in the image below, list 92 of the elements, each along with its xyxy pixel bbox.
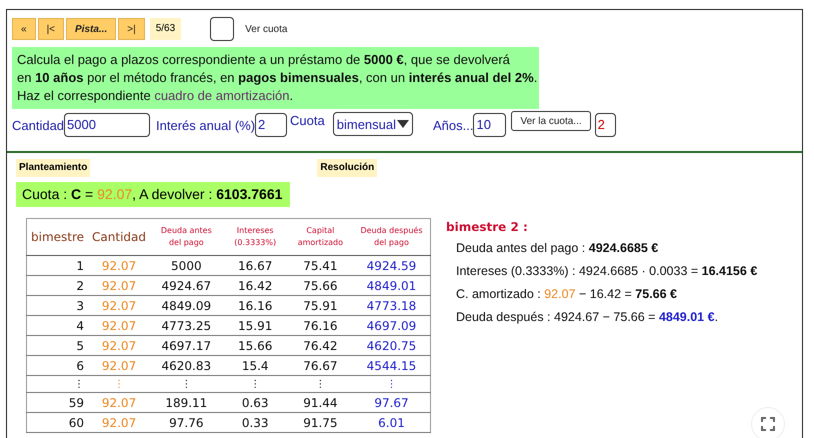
calculation-line: Intereses (0.3333%) : 4924.6685 · 0.0033 = 16.4156 € (456, 263, 758, 280)
dropdown-arrow-icon (397, 120, 410, 128)
table-cell: 92.07 (88, 336, 150, 356)
table-cell: 76.67 (288, 356, 353, 376)
table-cell: 75.41 (288, 256, 353, 276)
table-cell: 3 (26, 296, 88, 316)
table-cell: 15.4 (222, 356, 288, 376)
rate-field[interactable]: 2 (255, 113, 288, 137)
table-cell: 4544.15 (352, 356, 430, 376)
years-field[interactable]: 10 (473, 113, 506, 137)
calculation-line: Deuda después : 4924.67 − 75.66 = 4849.01 €. (456, 309, 720, 326)
table-cell: 59 (26, 392, 88, 412)
table-cell: 2 (26, 276, 88, 296)
detail-title: bimestre 2 : (446, 220, 529, 234)
amount-label: Cantidad (12, 118, 64, 132)
column-header: Deuda después del pago (352, 218, 430, 256)
table-cell: 92.07 (88, 392, 150, 412)
table-cell: 91.44 (288, 392, 353, 412)
table-cell: 0.63 (222, 392, 288, 412)
table-cell: 4697.09 (352, 316, 430, 336)
fullscreen-icon (761, 417, 775, 431)
table-cell: 4 (26, 316, 88, 336)
column-header: Cantidad (88, 218, 150, 256)
table-cell: 15.91 (222, 316, 288, 336)
table-cell: ⋮ (352, 376, 430, 392)
table-cell: 1 (26, 256, 88, 276)
quota-label: Cuota (290, 113, 325, 128)
table-cell: 92.07 (88, 276, 150, 296)
table-cell: 91.75 (288, 412, 353, 432)
period-dropdown[interactable]: bimensual (332, 112, 414, 136)
nav-button[interactable]: Pista... (66, 18, 116, 40)
table-cell: 16.42 (222, 276, 288, 296)
table-cell: ⋮ (288, 376, 353, 392)
table-cell: 60 (26, 412, 88, 432)
amount-field[interactable]: 5000 (64, 113, 150, 137)
nav-button[interactable]: >| (118, 18, 145, 40)
table-cell: ⋮ (150, 376, 223, 392)
table-cell: 6.01 (352, 412, 430, 432)
table-cell: 4773.18 (352, 296, 430, 316)
table-cell: 92.07 (88, 316, 150, 336)
table-cell: 16.16 (222, 296, 288, 316)
amortization-table-link[interactable]: cuadro de amortización (154, 88, 290, 103)
column-header: Intereses (0.3333%) (222, 218, 288, 256)
column-header: Deuda antes del pago (150, 218, 223, 256)
calculation-line: Deuda antes del pago : 4924.6685 € (456, 240, 660, 257)
table-cell: 92.07 (88, 256, 150, 276)
table-cell: 76.42 (288, 336, 353, 356)
statement-line: Calcula el pago a plazos correspondiente a un préstamo de 5000 €, que se devolverá (17, 51, 510, 69)
rate-label: Interés anual (%) (156, 118, 256, 132)
table-cell: 4924.67 (150, 276, 223, 296)
table-cell: ⋮ (88, 376, 150, 392)
table-cell: 4697.17 (150, 336, 223, 356)
table-cell: 76.16 (288, 316, 353, 336)
table-cell: 97.76 (150, 412, 223, 432)
statement-line: Haz el correspondiente cuadro de amortización. (17, 87, 294, 105)
years-label: Años... (433, 118, 474, 132)
statement-line: en 10 años por el método francés, en pagos bimensuales, con un interés anual del 2%. (17, 69, 538, 87)
section-label: Resolución (317, 159, 378, 177)
table-cell: 75.66 (288, 276, 353, 296)
checkbox-label: Ver cuota (245, 24, 288, 34)
table-cell: 4620.83 (150, 356, 223, 376)
table-cell: ⋮ (222, 376, 288, 392)
table-cell: 15.66 (222, 336, 288, 356)
table-cell: 92.07 (88, 296, 150, 316)
table-cell: 75.91 (288, 296, 353, 316)
table-cell: 4924.59 (352, 256, 430, 276)
section-label: Planteamiento (16, 159, 90, 177)
column-header: Capital amortizado (288, 218, 353, 256)
show-quota-button[interactable]: Ver la cuota... (511, 111, 591, 131)
table-cell: 0.33 (222, 412, 288, 432)
table-cell: 4849.09 (150, 296, 223, 316)
table-cell: 5000 (150, 256, 223, 276)
table-cell: 16.67 (222, 256, 288, 276)
table-cell: 4773.25 (150, 316, 223, 336)
fullscreen-button[interactable] (751, 407, 785, 438)
table-cell: 4620.75 (352, 336, 430, 356)
quota-summary: Cuota : C = 92.07, A devolver : 6103.7661 (16, 182, 290, 207)
table-cell: 6 (26, 356, 88, 376)
table-cell: ⋮ (26, 376, 88, 392)
table-cell: 92.07 (88, 356, 150, 376)
show-quota-checkbox[interactable] (210, 17, 234, 41)
table-cell: 4849.01 (352, 276, 430, 296)
calculation-line: C. amortizado : 92.07 − 16.42 = 75.66 € (456, 286, 678, 303)
column-header: bimestre (26, 218, 88, 256)
step-counter: 5/63 (150, 18, 182, 40)
table-cell: 5 (26, 336, 88, 356)
table-cell: 92.07 (88, 412, 150, 432)
nav-button[interactable]: |< (38, 18, 64, 40)
step-field[interactable]: 2 (594, 113, 616, 137)
nav-button[interactable]: « (12, 18, 36, 40)
table-cell: 97.67 (352, 392, 430, 412)
table-cell: 189.11 (150, 392, 223, 412)
